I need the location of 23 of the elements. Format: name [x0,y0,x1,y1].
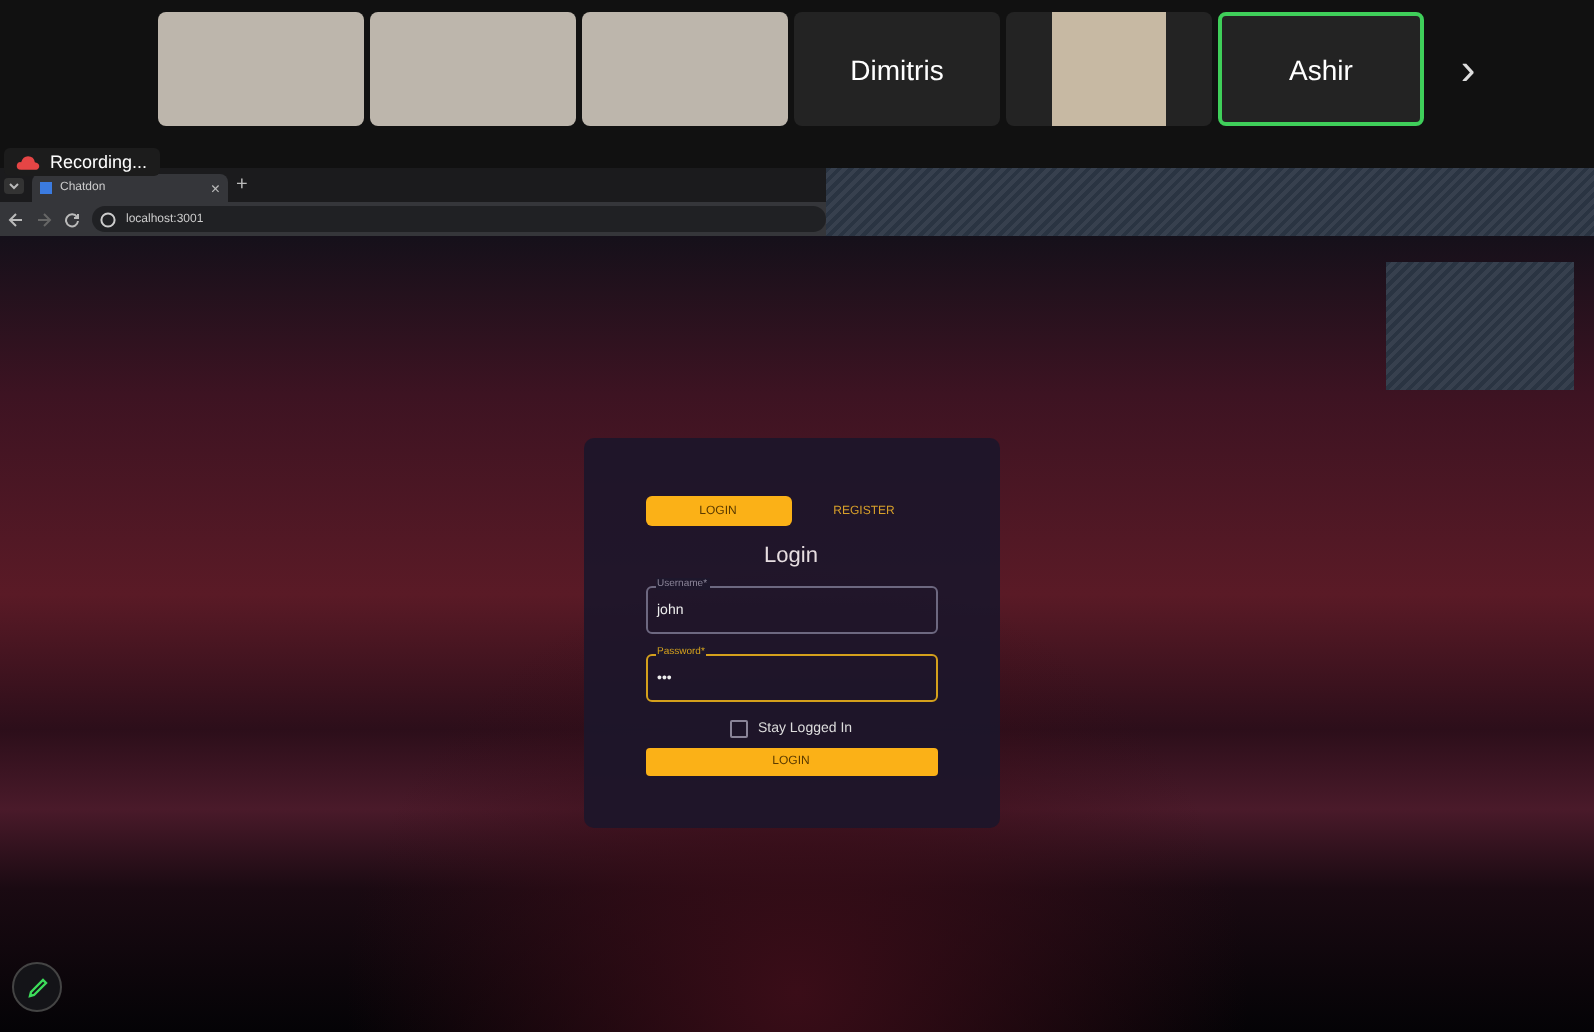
checkbox[interactable] [729,720,748,738]
cloud-icon [16,153,40,171]
photo-placeholder [1051,12,1167,126]
participant-tile[interactable] [158,12,364,126]
favicon-icon [40,182,52,194]
reload-icon[interactable] [64,211,80,227]
participant-tile[interactable] [582,12,788,126]
recording-text: Recording... [50,152,148,172]
participant-tile[interactable]: Ashir [1218,12,1424,126]
new-tab-button[interactable]: + [236,174,248,196]
participant-tile[interactable] [370,12,576,126]
form-heading: Login [764,544,818,568]
participant-tile[interactable]: Dimitris [794,12,1000,126]
participant-name: Dimitris [850,53,944,85]
pencil-icon [25,975,49,999]
back-icon[interactable] [8,211,24,227]
close-button[interactable]: × [210,179,220,197]
edit-button[interactable] [12,962,62,1012]
participant-name: Ashir [1289,53,1353,85]
participant-tile[interactable] [1006,12,1212,126]
chevron-icon[interactable] [4,177,24,193]
next-button[interactable]: › [1438,12,1498,126]
site-info-icon[interactable] [100,211,116,227]
